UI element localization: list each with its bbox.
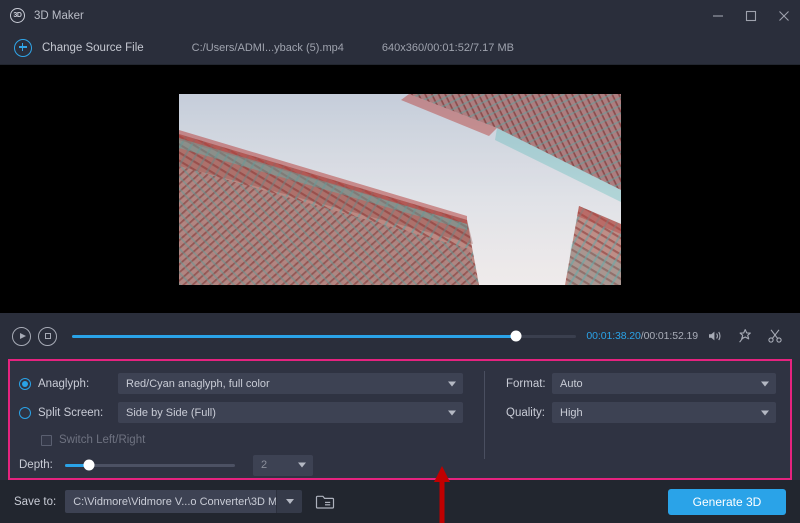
app-title: 3D Maker xyxy=(34,10,84,22)
progress-knob[interactable] xyxy=(510,331,521,342)
progress-fill xyxy=(72,335,516,338)
split-screen-select[interactable]: Side by Side (Full) xyxy=(118,402,463,423)
quality-label: Quality: xyxy=(506,407,552,419)
app-window: 3D 3D Maker Change Source File C:/Users/… xyxy=(0,0,800,523)
folder-open-icon[interactable] xyxy=(311,490,339,513)
minimize-icon[interactable] xyxy=(701,0,734,31)
save-to-label: Save to: xyxy=(14,496,56,508)
playback-time: 00:01:38.20/00:01:52.19 xyxy=(586,330,698,342)
switch-lr-row: Switch Left/Right xyxy=(19,428,484,452)
quality-row: Quality: High xyxy=(506,399,776,426)
chevron-down-icon xyxy=(761,381,769,386)
total-time: 00:01:52.19 xyxy=(644,330,698,342)
anaglyph-select-value: Red/Cyan anaglyph, full color xyxy=(126,378,270,390)
save-path-input[interactable]: C:\Vidmore\Vidmore V...o Converter\3D Ma… xyxy=(65,490,276,513)
settings-divider xyxy=(484,371,485,459)
bottom-bar: Save to: C:\Vidmore\Vidmore V...o Conver… xyxy=(0,480,800,523)
source-file-meta: 640x360/00:01:52/7.17 MB xyxy=(382,42,514,54)
switch-left-right-label: Switch Left/Right xyxy=(59,434,145,446)
chevron-down-icon xyxy=(448,381,456,386)
depth-track xyxy=(65,464,235,467)
save-path-dropdown-button[interactable] xyxy=(276,490,302,513)
anaglyph-select[interactable]: Red/Cyan anaglyph, full color xyxy=(118,373,463,394)
anaglyph-label: Anaglyph: xyxy=(38,378,118,390)
anaglyph-preview-image xyxy=(179,94,621,285)
app-logo-text: 3D xyxy=(13,12,21,19)
scissors-icon[interactable] xyxy=(762,323,788,349)
depth-knob[interactable] xyxy=(83,460,94,471)
depth-label: Depth: xyxy=(19,459,65,471)
chevron-down-icon xyxy=(761,410,769,415)
chevron-down-icon xyxy=(286,499,294,504)
format-label: Format: xyxy=(506,378,552,390)
title-bar: 3D 3D Maker xyxy=(0,0,800,31)
split-screen-label: Split Screen: xyxy=(38,407,118,419)
depth-slider[interactable] xyxy=(65,457,235,473)
anaglyph-row: Anaglyph: Red/Cyan anaglyph, full color xyxy=(19,370,484,397)
split-screen-row: Split Screen: Side by Side (Full) xyxy=(19,399,484,426)
source-bar: Change Source File C:/Users/ADMI...yback… xyxy=(0,31,800,65)
save-path-value: C:\Vidmore\Vidmore V...o Converter\3D Ma… xyxy=(73,496,276,508)
depth-row: Depth: 2 xyxy=(19,452,484,478)
playback-progress-slider[interactable] xyxy=(72,327,576,346)
stop-icon[interactable] xyxy=(38,327,57,346)
maximize-icon[interactable] xyxy=(734,0,767,31)
format-row: Format: Auto xyxy=(506,370,776,397)
chevron-down-icon xyxy=(298,463,306,468)
chevron-down-icon xyxy=(448,410,456,415)
quality-select-value: High xyxy=(560,407,583,419)
volume-icon[interactable] xyxy=(702,323,728,349)
settings-panel: Anaglyph: Red/Cyan anaglyph, full color … xyxy=(8,359,792,480)
window-controls xyxy=(701,0,800,31)
settings-right-column: Format: Auto Quality: High xyxy=(484,361,790,478)
format-select-value: Auto xyxy=(560,378,583,390)
current-time: 00:01:38.20 xyxy=(586,330,640,342)
generate-3d-button[interactable]: Generate 3D xyxy=(668,489,786,515)
anaglyph-radio[interactable] xyxy=(19,378,31,390)
split-screen-select-value: Side by Side (Full) xyxy=(126,407,216,419)
settings-left-column: Anaglyph: Red/Cyan anaglyph, full color … xyxy=(10,361,484,478)
plus-circle-icon[interactable] xyxy=(14,39,32,57)
depth-value: 2 xyxy=(261,459,267,471)
video-preview[interactable] xyxy=(179,94,621,285)
play-icon[interactable] xyxy=(12,327,31,346)
progress-track xyxy=(72,335,576,338)
video-stage xyxy=(0,65,800,313)
split-screen-radio[interactable] xyxy=(19,407,31,419)
depth-value-select[interactable]: 2 xyxy=(253,455,313,476)
snapshot-icon[interactable] xyxy=(732,323,758,349)
app-logo-3d-icon: 3D xyxy=(10,8,25,23)
change-source-file-button[interactable]: Change Source File xyxy=(42,42,144,54)
player-bar: 00:01:38.20/00:01:52.19 xyxy=(0,313,800,359)
close-icon[interactable] xyxy=(767,0,800,31)
quality-select[interactable]: High xyxy=(552,402,776,423)
switch-left-right-checkbox[interactable] xyxy=(41,435,52,446)
source-file-path: C:/Users/ADMI...yback (5).mp4 xyxy=(192,42,344,54)
format-select[interactable]: Auto xyxy=(552,373,776,394)
